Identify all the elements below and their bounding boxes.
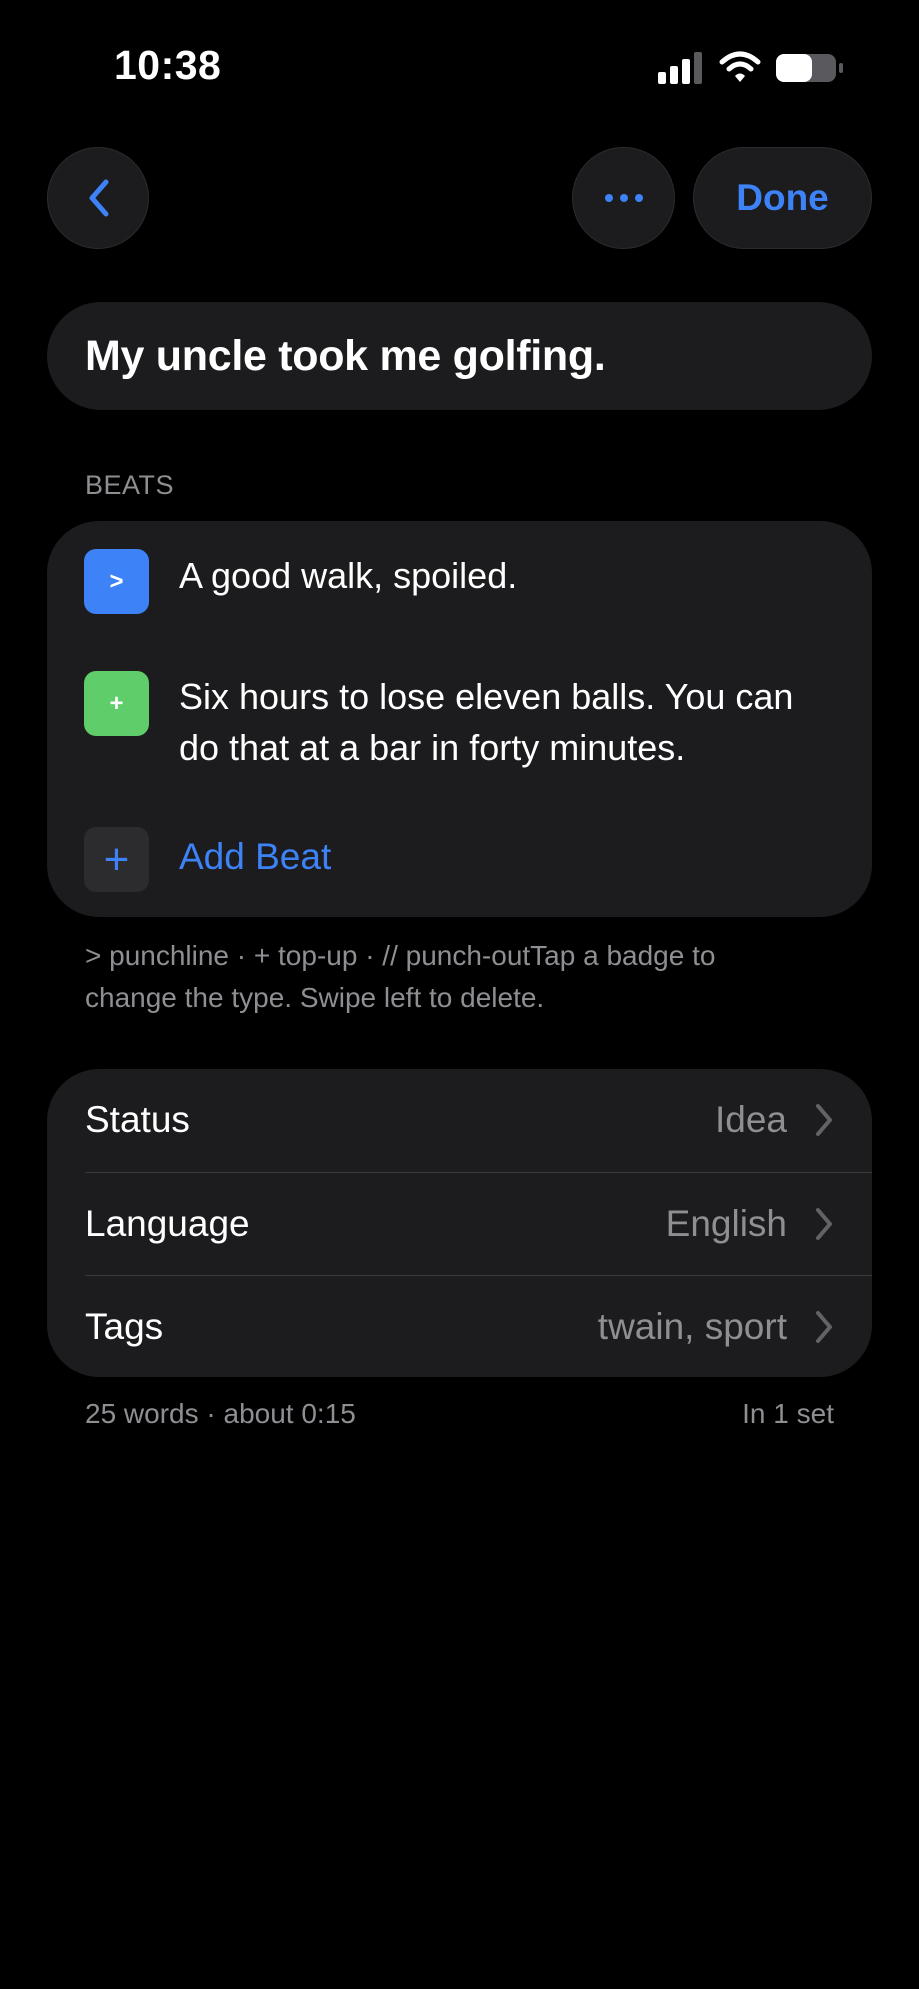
signal-icon xyxy=(658,52,702,84)
title-text: My uncle took me golfing. xyxy=(85,331,606,380)
language-value: English xyxy=(665,1203,787,1244)
beat-text[interactable]: Six hours to lose eleven balls. You can … xyxy=(179,671,819,773)
title-field[interactable]: My uncle took me golfing. xyxy=(47,302,872,410)
status-label: Status xyxy=(85,1099,190,1140)
add-beat-button[interactable]: Add Beat xyxy=(179,836,331,878)
chevron-right-icon xyxy=(816,1104,832,1136)
chevron-right-icon xyxy=(816,1311,832,1343)
beats-hint-text: > punchline · + top-up · // punch-outTap… xyxy=(85,940,716,1013)
tags-row[interactable]: Tags twain, sport xyxy=(47,1276,872,1377)
status-row[interactable]: Status Idea xyxy=(47,1069,872,1171)
word-count-stats: 25 words · about 0:15 xyxy=(85,1398,356,1429)
language-label: Language xyxy=(85,1203,250,1244)
ellipsis-icon xyxy=(604,194,643,202)
more-button[interactable] xyxy=(572,147,675,249)
done-button[interactable]: Done xyxy=(693,147,872,249)
wifi-icon xyxy=(719,51,761,82)
add-beat-icon[interactable]: + xyxy=(84,827,149,892)
tags-label: Tags xyxy=(85,1306,164,1347)
status-time: 10:38 xyxy=(114,42,222,88)
chevron-right-icon xyxy=(816,1208,832,1240)
beat-type-badge-punchline[interactable]: > xyxy=(84,549,149,614)
settings-card: Status Idea Language English Tags twain,… xyxy=(47,1069,872,1377)
tags-value: twain, sport xyxy=(597,1306,787,1347)
language-row[interactable]: Language English xyxy=(47,1173,872,1275)
set-count: In 1 set xyxy=(742,1398,834,1429)
chevron-left-icon xyxy=(89,179,109,217)
status-icons xyxy=(656,50,846,86)
beat-type-badge-topup[interactable]: + xyxy=(84,671,149,736)
status-value: Idea xyxy=(714,1099,787,1140)
beats-section-header: BEATS xyxy=(85,470,175,500)
beat-text[interactable]: A good walk, spoiled. xyxy=(179,550,517,601)
back-button[interactable] xyxy=(47,147,149,249)
battery-icon xyxy=(776,54,843,82)
